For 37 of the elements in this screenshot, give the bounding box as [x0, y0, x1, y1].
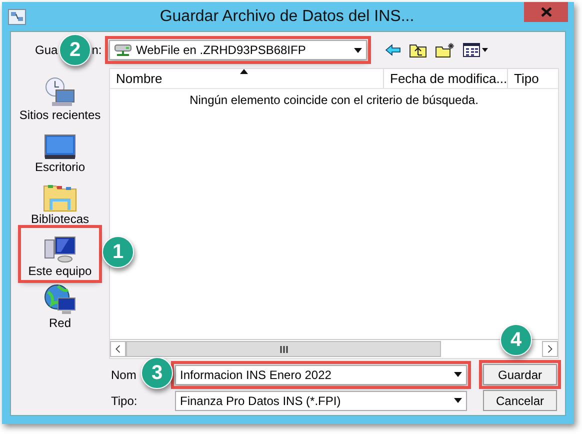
view-menu-icon[interactable]	[463, 43, 489, 57]
folder-icon	[43, 182, 77, 212]
clock-computer-icon	[44, 76, 76, 108]
app-icon	[8, 8, 26, 24]
places-item[interactable]: Bibliotecas	[21, 176, 99, 228]
filetype-label: Tipo:	[111, 394, 138, 408]
scrollbar-thumb[interactable]	[126, 341, 441, 357]
network-globe-icon	[44, 284, 76, 316]
empty-message: Ningún elemento coincide con el criterio de búsqueda.	[190, 92, 478, 107]
dropdown-arrow-icon	[454, 372, 462, 377]
sort-arrow-icon	[240, 69, 248, 74]
location-label: Gua	[35, 43, 58, 57]
desktop-icon	[44, 134, 76, 160]
grip-icon	[280, 346, 288, 352]
column-header[interactable]: Nombre	[110, 69, 384, 89]
close-button[interactable]	[524, 2, 568, 22]
places-item[interactable]: Escritorio	[21, 124, 99, 176]
column-header[interactable]: Fecha de modifica...	[384, 69, 508, 89]
places-item[interactable]: Red	[21, 280, 99, 332]
window-title: Guardar Archivo de Datos del INS...	[158, 8, 416, 26]
filename-label: Nom	[111, 368, 136, 382]
cancel-button[interactable]: Cancelar	[483, 390, 557, 411]
back-arrow-icon[interactable]	[385, 44, 401, 56]
network-drive-icon	[114, 43, 132, 57]
places-item[interactable]: Sitios recientes	[21, 72, 99, 124]
dropdown-arrow-icon	[454, 398, 462, 403]
column-header[interactable]: Tipo	[508, 69, 558, 89]
scroll-left-icon[interactable]	[110, 341, 126, 357]
new-folder-icon[interactable]	[435, 42, 455, 58]
location-label: n:	[92, 43, 102, 57]
up-folder-icon[interactable]	[409, 42, 427, 58]
filetype-dropdown[interactable]: Finanza Pro Datos INS (*.FPI)	[175, 390, 467, 410]
close-icon	[540, 7, 552, 17]
scroll-right-icon[interactable]	[542, 341, 558, 357]
places-item[interactable]: Este equipo	[21, 228, 99, 280]
dropdown-arrow-icon	[354, 48, 362, 52]
computer-icon	[43, 234, 77, 264]
